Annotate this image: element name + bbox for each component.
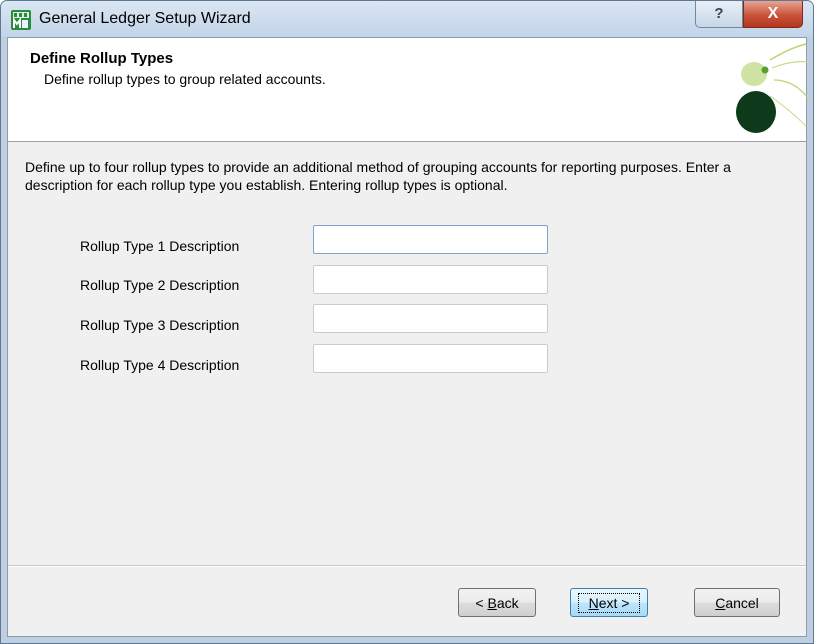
wizard-header: Define Rollup Types Define rollup types … [8, 38, 808, 142]
app-icon [11, 10, 31, 30]
rollup-type-1-input[interactable] [313, 225, 548, 254]
help-icon: ? [714, 5, 724, 22]
wizard-client-area: Define Rollup Types Define rollup types … [7, 37, 808, 637]
page-subtitle: Define rollup types to group related acc… [44, 71, 326, 87]
help-button[interactable]: ? [695, 1, 743, 28]
rollup-type-1-label: Rollup Type 1 Description [80, 238, 240, 254]
cancel-button[interactable]: Cancel [694, 588, 780, 617]
next-button[interactable]: Next > [570, 588, 648, 617]
back-button-label: < Back [475, 594, 519, 611]
footer-divider [8, 565, 806, 567]
back-button[interactable]: < Back [458, 588, 536, 617]
title-bar[interactable]: General Ledger Setup Wizard ? X [1, 1, 813, 37]
rollup-type-4-input[interactable] [313, 344, 548, 373]
page-title: Define Rollup Types [30, 50, 174, 67]
wizard-logo-icon [736, 43, 808, 133]
next-button-label: Next > [577, 592, 641, 613]
close-icon: X [767, 5, 779, 22]
cancel-button-label: Cancel [715, 594, 759, 611]
close-button[interactable]: X [743, 1, 803, 28]
instructions-text: Define up to four rollup types to provid… [25, 159, 731, 193]
rollup-type-3-input[interactable] [313, 304, 548, 333]
rollup-type-2-label: Rollup Type 2 Description [80, 277, 240, 293]
rollup-type-4-label: Rollup Type 4 Description [80, 357, 240, 373]
rollup-type-2-input[interactable] [313, 265, 548, 294]
rollup-type-3-label: Rollup Type 3 Description [80, 317, 240, 333]
wizard-window: General Ledger Setup Wizard ? X Define R… [0, 0, 814, 644]
window-title: General Ledger Setup Wizard [39, 10, 251, 27]
